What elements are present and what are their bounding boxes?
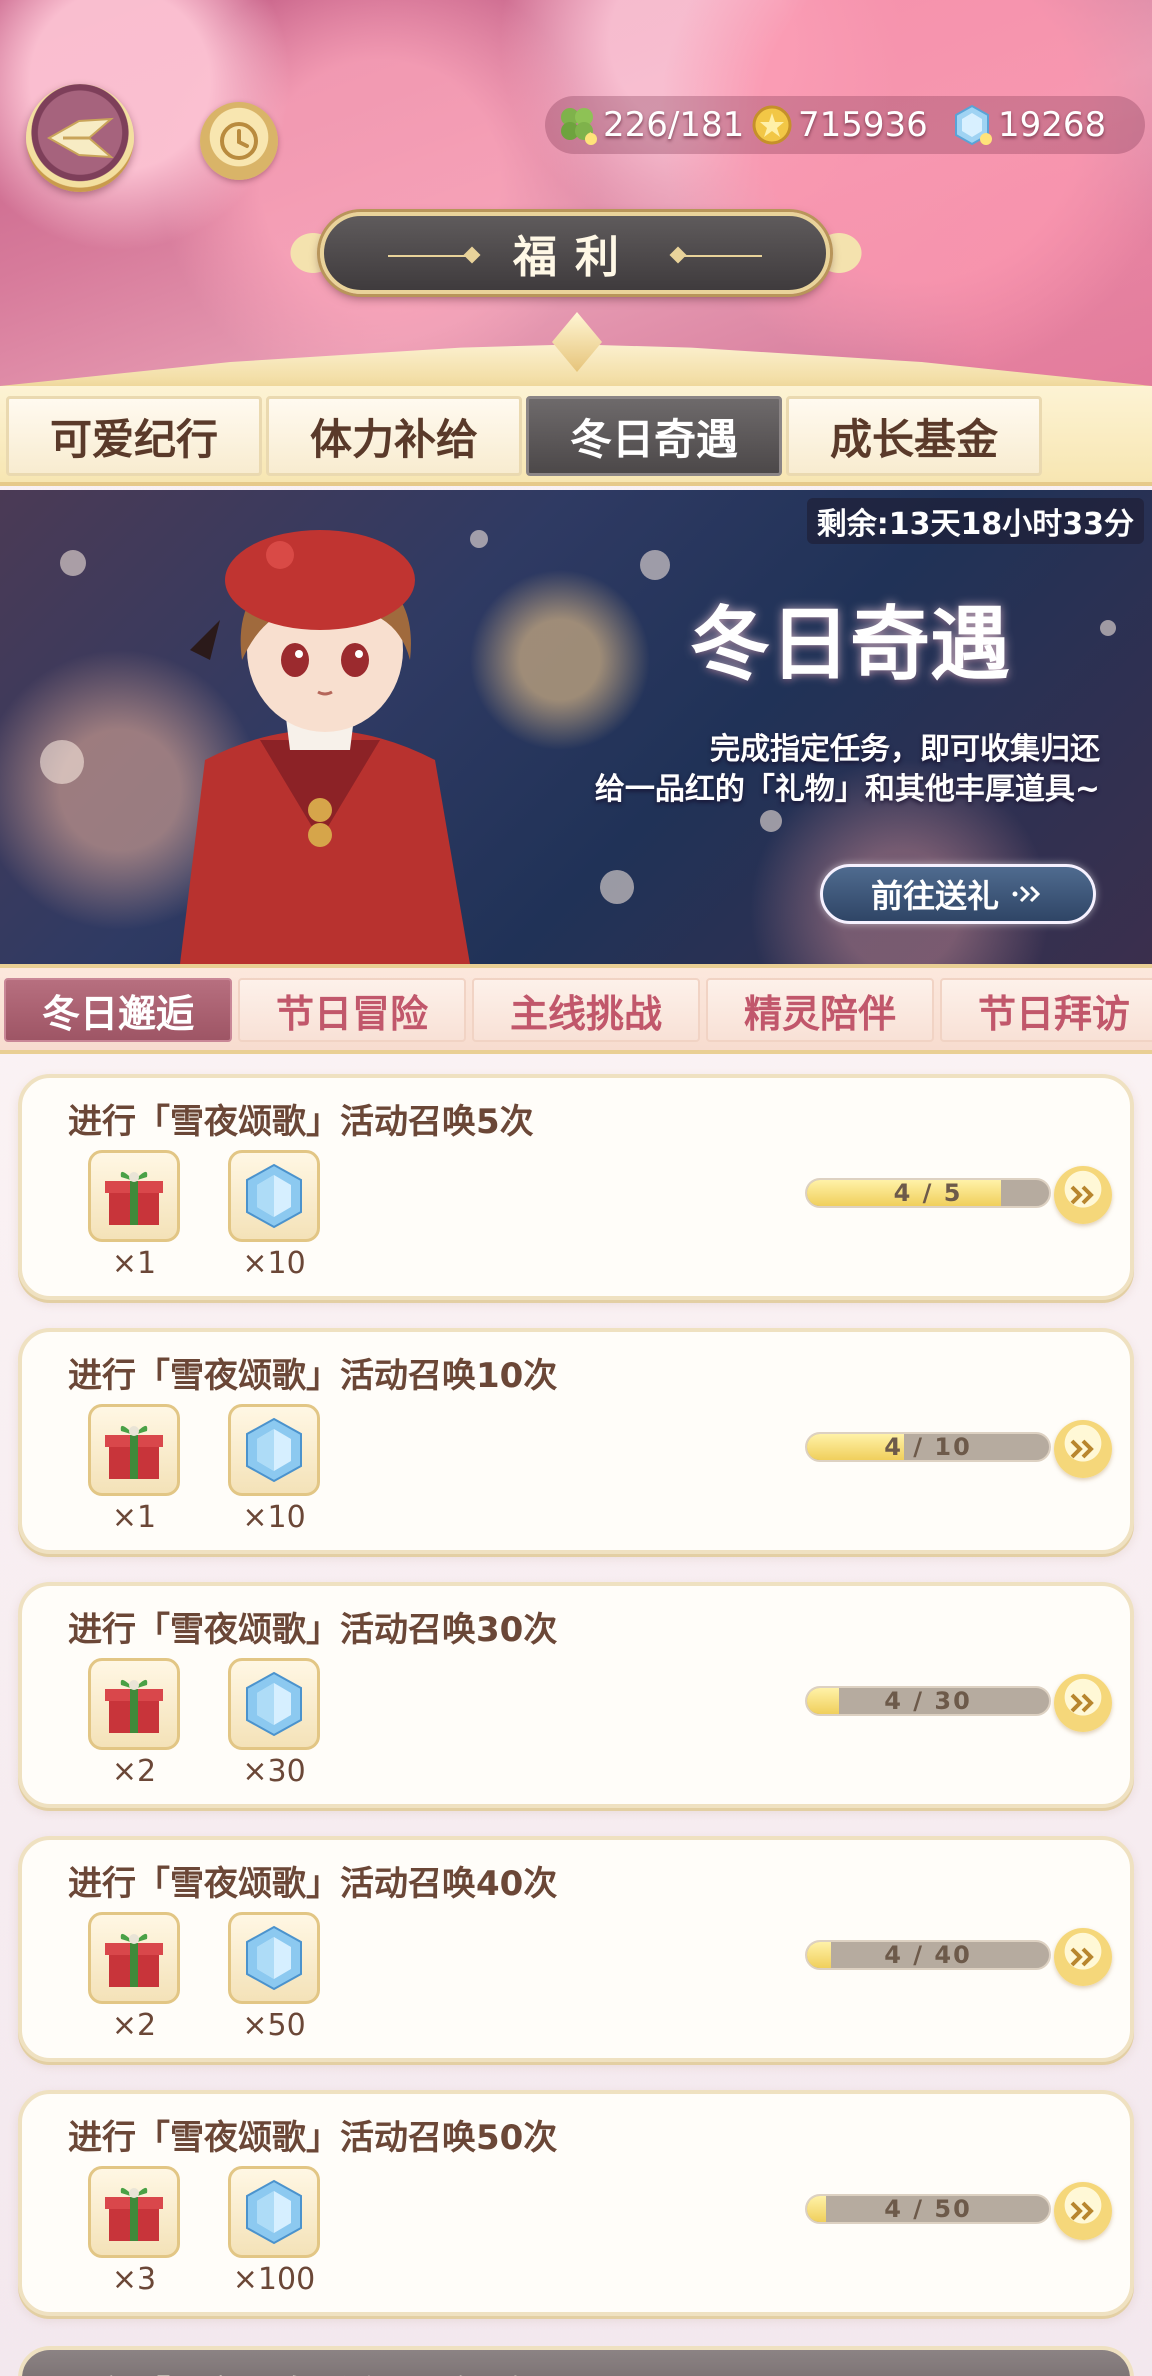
tab-growth-fund[interactable]: 成长基金 [786,396,1042,476]
clock-icon [220,122,258,160]
double-chevron-right-icon [1070,1693,1094,1713]
reward-quantity: ×2 [111,2008,157,2043]
reward-crystal[interactable]: ×30 [226,1658,322,1790]
reward-gift[interactable]: ×2 [86,1658,182,1790]
task-title: 进行「雪夜颂歌」活动召唤5次 [68,1102,534,1142]
subtab-holiday-visit[interactable]: 节日拜访 [940,978,1152,1042]
task-card-partial: 进行「雪夜颂歌」活动召唤1次 [18,2346,1134,2376]
task-card: 进行「雪夜颂歌」活动召唤10次 ×1 ×10 4 / 10 [18,1328,1134,1554]
back-button[interactable] [26,84,134,192]
tab-stamina-supply[interactable]: 体力补给 [266,396,522,476]
crystal-icon [955,104,992,146]
progress-text: 4 / 50 [884,2195,972,2223]
goto-task-button[interactable] [1054,1674,1112,1732]
crystal-value: 19268 [998,105,1107,145]
reward-crystal[interactable]: ×10 [226,1404,322,1536]
character-illustration [180,530,470,964]
gold-coin-icon [752,105,792,145]
page-title-plate: 福利 [320,212,830,294]
tab-cute-journey[interactable]: 可爱纪行 [6,396,262,476]
gift-box-icon [105,1679,163,1733]
reward-quantity: ×3 [111,2262,157,2297]
subtab-spirit-companion[interactable]: 精灵陪伴 [706,978,934,1042]
task-progress-bar: 4 / 30 [805,1686,1051,1716]
task-title: 进行「雪夜颂歌」活动召唤30次 [68,1610,558,1650]
welfare-tabs: 可爱纪行 体力补给 冬日奇遇 成长基金 [0,386,1152,486]
task-category-tabs: 冬日邂逅 节日冒险 主线挑战 精灵陪伴 节日拜访 [0,964,1152,1054]
task-card: 进行「雪夜颂歌」活动召唤5次 ×1 ×10 4 / 5 [18,1074,1134,1300]
task-progress-bar: 4 / 50 [805,2194,1051,2224]
gift-box-icon [105,1425,163,1479]
reward-quantity: ×10 [242,1500,306,1535]
task-title: 进行「雪夜颂歌」活动召唤10次 [68,1356,558,1396]
clover-counter[interactable]: 226/181 [555,96,744,154]
task-card: 进行「雪夜颂歌」活动召唤40次 ×2 ×50 4 / 40 [18,1836,1134,2062]
double-chevron-right-icon [1070,1185,1094,1205]
gold-coin-value: 715936 [798,105,928,145]
clock-button[interactable] [200,102,278,180]
reward-quantity: ×50 [242,2008,306,2043]
double-chevron-right-icon [1070,2201,1094,2221]
gift-box-icon [105,2187,163,2241]
crystal-icon [246,1163,302,1229]
subtab-winter-meet[interactable]: 冬日邂逅 [4,978,232,1042]
event-title: 冬日奇遇 [690,597,1010,691]
crystal-icon [246,1417,302,1483]
goto-task-button[interactable] [1054,1166,1112,1224]
tab-winter-encounter[interactable]: 冬日奇遇 [526,396,782,476]
crystal-icon [246,1925,302,1991]
gold-coin-counter[interactable]: 715936 [750,96,928,154]
gift-box-icon [105,1933,163,1987]
reward-crystal[interactable]: ×50 [226,1912,322,2044]
reward-quantity: ×10 [242,1246,306,1281]
reward-gift[interactable]: ×3 [86,2166,182,2298]
reward-crystal[interactable]: ×10 [226,1150,322,1282]
goto-task-button[interactable] [1054,1928,1112,1986]
progress-text: 4 / 30 [884,1687,972,1715]
reward-crystal[interactable]: ×100 [226,2166,322,2298]
crystal-icon [246,1671,302,1737]
clover-icon [561,108,597,145]
task-title: 进行「雪夜颂歌」活动召唤40次 [68,1864,558,1904]
page-title: 福利 [513,232,637,283]
back-arrow-icon [46,117,114,159]
crystal-icon [246,2179,302,2245]
task-progress-bar: 4 / 10 [805,1432,1051,1462]
subtab-holiday-adventure[interactable]: 节日冒险 [238,978,466,1042]
task-list: 进行「雪夜颂歌」活动召唤5次 ×1 ×10 4 / 5 进行「雪夜颂歌」活动召唤… [0,1058,1152,2376]
task-title: 进行「雪夜颂歌」活动召唤50次 [68,2118,558,2158]
double-chevron-right-icon [1070,1947,1094,1967]
event-description: 完成指定任务，即可收集归还 给一品红的「礼物」和其他丰厚道具~ [594,732,1100,807]
currency-bar: 226/181 715936 19268 [545,96,1145,154]
task-progress-bar: 4 / 40 [805,1940,1051,1970]
goto-task-button[interactable] [1054,2182,1112,2240]
progress-text: 4 / 10 [884,1433,972,1461]
reward-gift[interactable]: ×1 [86,1404,182,1536]
reward-quantity: ×1 [111,1246,157,1281]
reward-gift[interactable]: ×2 [86,1912,182,2044]
task-title: 进行「雪夜颂歌」活动召唤1次 [68,2366,534,2376]
progress-text: 4 / 5 [893,1179,963,1207]
goto-task-button[interactable] [1054,1420,1112,1478]
double-chevron-right-icon [1070,1439,1094,1459]
task-progress-bar: 4 / 5 [805,1178,1051,1208]
reward-quantity: ×100 [232,2262,316,2297]
gift-box-icon [105,1171,163,1225]
progress-text: 4 / 40 [884,1941,972,1969]
go-send-gift-button[interactable]: 前往送礼 [820,864,1096,924]
task-card: 进行「雪夜颂歌」活动召唤50次 ×3 ×100 4 / 50 [18,2090,1134,2316]
reward-quantity: ×30 [242,1754,306,1789]
clover-value: 226/181 [603,105,745,145]
reward-gift[interactable]: ×1 [86,1150,182,1282]
crystal-counter[interactable]: 19268 [950,96,1106,154]
event-remaining-time: 剩余:13天18小时33分 [806,498,1144,544]
double-chevron-right-icon [1012,885,1041,903]
subtab-main-challenge[interactable]: 主线挑战 [472,978,700,1042]
reward-quantity: ×1 [111,1500,157,1535]
reward-quantity: ×2 [111,1754,157,1789]
task-card: 进行「雪夜颂歌」活动召唤30次 ×2 ×30 4 / 30 [18,1582,1134,1808]
